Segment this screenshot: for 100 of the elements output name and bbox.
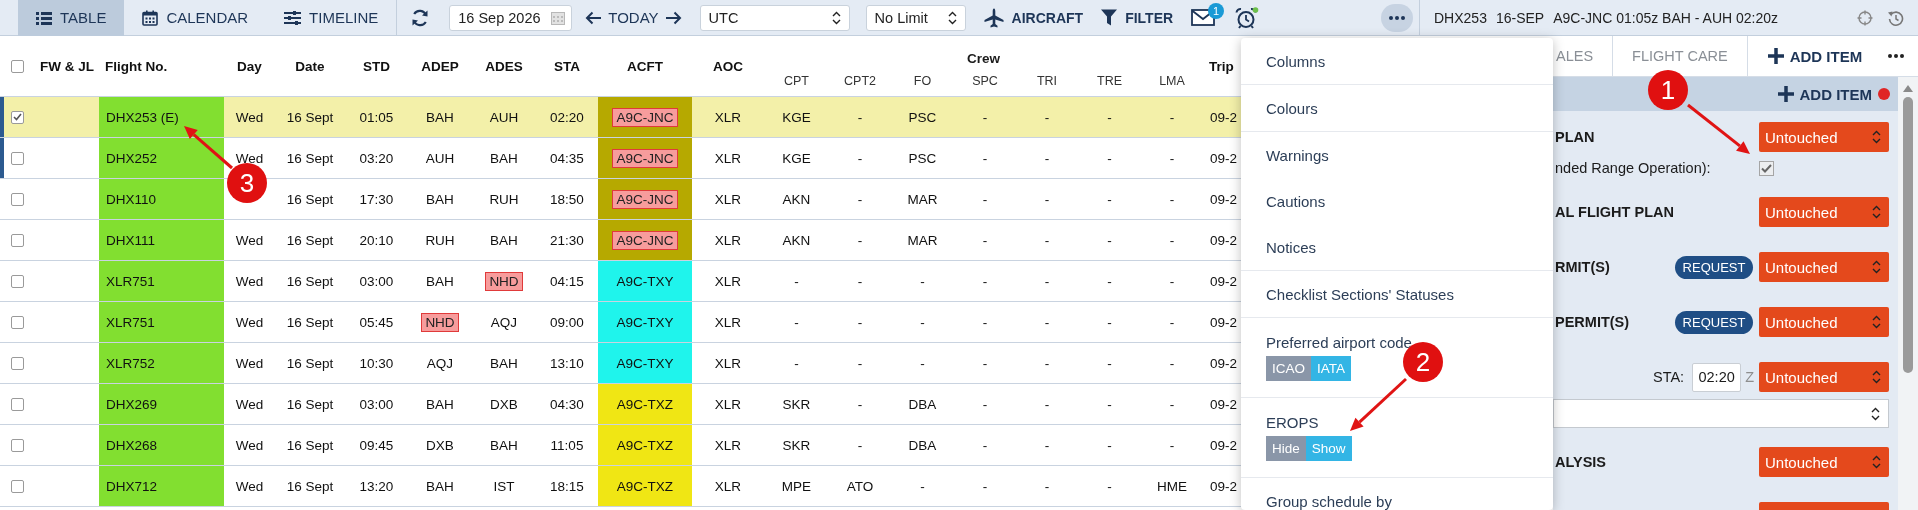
menu-item[interactable]: Group schedule by	[1241, 478, 1553, 510]
column-header[interactable]: CPT2	[829, 66, 891, 96]
table-cell-text: -	[1168, 436, 1176, 455]
column-header[interactable]: SPC	[954, 66, 1016, 96]
filter-button[interactable]: FILTER	[1101, 9, 1174, 26]
add-item-button[interactable]: ADD ITEM	[1777, 85, 1872, 103]
aircraft-button[interactable]: AIRCRAFT	[983, 7, 1084, 28]
table-cell-text: KGE	[781, 149, 812, 168]
table-cell-text: -	[856, 313, 864, 332]
updown-chevron-icon	[947, 10, 957, 25]
table-row[interactable]: XLR751 Wed 16 Sept 03:00 BAH NHD 04:15 A9C-TXY XLR - - - - - - - 09-2	[0, 261, 1241, 302]
menu-item[interactable]: Warnings	[1241, 132, 1553, 178]
refresh-icon[interactable]	[411, 8, 430, 27]
time-field[interactable]: 02:20	[1692, 362, 1742, 392]
table-row[interactable]: DHX268 Wed 16 Sept 09:45 DXB BAH 11:05 A9C-TXZ XLR SKR - DBA - - - - 09-2	[0, 425, 1241, 466]
column-header[interactable]: STA	[536, 36, 598, 96]
column-header[interactable]: Day	[224, 36, 275, 96]
history-icon[interactable]	[1887, 9, 1904, 26]
scrollbar-drawing[interactable]	[1902, 83, 1914, 373]
status-dropdown[interactable]: Untouched	[1759, 197, 1889, 227]
column-header[interactable]: TRE	[1078, 66, 1141, 96]
right-arrow-icon[interactable]	[664, 10, 682, 25]
table-cell: A9C-TXZ	[598, 425, 692, 465]
checkbox[interactable]	[10, 397, 24, 411]
checkbox[interactable]	[10, 438, 24, 452]
status-dropdown[interactable]: Untouched	[1759, 307, 1889, 337]
column-header[interactable]: Flight No.	[99, 36, 224, 96]
menu-item[interactable]: Cautions	[1241, 178, 1553, 224]
alarm-clock-icon[interactable]	[1235, 6, 1260, 29]
table-cell-text: -	[856, 354, 864, 373]
table-cell-text: -	[1043, 313, 1051, 332]
checkbox[interactable]	[10, 315, 24, 329]
envelope-icon[interactable]	[1191, 9, 1216, 26]
status-dropdown[interactable]: Untouched	[1759, 447, 1889, 477]
table-row[interactable]: XLR751 Wed 16 Sept 05:45 NHD AQJ 09:00 A9C-TXY XLR - - - - - - - 09-2	[0, 302, 1241, 343]
timezone-select[interactable]: UTC	[699, 4, 850, 31]
table-cell: DHX110	[99, 179, 224, 219]
checkbox[interactable]	[10, 356, 24, 370]
table-row[interactable]: DHX712 Wed 16 Sept 13:20 BAH IST 18:15 A9C-TXZ XLR MPE ATO - - - - HME 09-2	[0, 466, 1241, 507]
more-button[interactable]	[1381, 3, 1413, 32]
table-row[interactable]: DHX269 Wed 16 Sept 03:00 BAH DXB 04:30 A9C-TXZ XLR SKR - DBA - - - - 09-2	[0, 384, 1241, 425]
column-header[interactable]: STD	[345, 36, 408, 96]
checkbox[interactable]	[10, 59, 24, 73]
crosshair-icon[interactable]	[1857, 9, 1873, 26]
table-cell-text: XLR	[713, 272, 743, 291]
column-header[interactable]: ADES	[472, 36, 536, 96]
limit-select[interactable]: No Limit	[865, 4, 966, 31]
filter-icon	[1101, 9, 1118, 26]
column-header[interactable]: FW & JL	[34, 36, 99, 96]
status-dropdown[interactable]: Untouched	[1759, 362, 1889, 392]
table-cell-text: -	[1106, 313, 1113, 332]
table-cell-text: -	[856, 272, 864, 291]
more-icon[interactable]	[1888, 54, 1904, 58]
table-row[interactable]: DHX253 (E) Wed 16 Sept 01:05 BAH AUH 02:20 A9C-JNC XLR KGE - PSC - - - - 09-2	[0, 97, 1241, 138]
column-header[interactable]: ADEP	[408, 36, 472, 96]
column-header[interactable]: FO	[891, 66, 954, 96]
table-row[interactable]: DHX111 Wed 16 Sept 20:10 RUH BAH 21:30 A9C-JNC XLR AKN - MAR - - - - 09-2	[0, 220, 1241, 261]
aircraft-tag: A9C-JNC	[612, 107, 678, 127]
table-cell-text: 09-2	[1209, 477, 1239, 496]
table-row[interactable]: XLR752 Wed 16 Sept 10:30 AQJ BAH 13:10 A9C-TXY XLR - - - - - - - 09-2	[0, 343, 1241, 384]
view-tab[interactable]: CALENDAR	[124, 0, 267, 36]
table-cell-text: 09-2	[1209, 395, 1239, 414]
checkbox[interactable]	[10, 110, 24, 124]
menu-item[interactable]: Colours	[1241, 85, 1553, 131]
add-item-button[interactable]: ADD ITEM	[1746, 36, 1863, 76]
menu-item[interactable]: Columns	[1241, 38, 1553, 84]
status-dropdown[interactable]: Untouched	[1759, 122, 1889, 152]
checkbox[interactable]	[10, 274, 24, 288]
updown-chevron-icon	[1872, 205, 1881, 219]
view-tab[interactable]: TABLE	[18, 0, 125, 36]
left-arrow-icon[interactable]	[585, 10, 603, 25]
table-cell-text: -	[1106, 190, 1113, 209]
menu-item[interactable]: Notices	[1241, 224, 1553, 270]
column-header[interactable]: AOC	[692, 36, 764, 96]
view-tab[interactable]: TIMELINE	[266, 0, 397, 36]
checkbox[interactable]	[10, 192, 24, 206]
status-dropdown[interactable]: Untouched	[1759, 252, 1889, 282]
column-header[interactable]: Date	[275, 36, 345, 96]
checkbox[interactable]	[10, 479, 24, 493]
select-field[interactable]	[1553, 399, 1889, 428]
column-header[interactable]: ACFT	[598, 36, 692, 96]
step-number-badge: 1	[1648, 70, 1688, 110]
updown-chevron-icon	[1872, 130, 1881, 144]
checkbox[interactable]	[10, 151, 24, 165]
request-button[interactable]: REQUEST	[1675, 310, 1753, 334]
checkbox[interactable]	[1759, 160, 1774, 176]
table-cell: A9C-TXY	[598, 302, 692, 342]
table-cell-text: AQJ	[425, 354, 455, 373]
column-header[interactable]: LMA	[1141, 66, 1203, 96]
table-cell-text: -	[1043, 477, 1051, 496]
checkbox[interactable]	[10, 233, 24, 247]
column-header[interactable]: Trip	[1203, 36, 1241, 96]
table-cell-text: 09-2	[1209, 231, 1239, 250]
menu-item[interactable]: Checklist Sections' Statuses	[1241, 271, 1553, 317]
column-header[interactable]: TRI	[1016, 66, 1078, 96]
column-header[interactable]: CPT	[764, 66, 829, 96]
date-field[interactable]: 16 Sep 2026	[449, 4, 573, 31]
today-button[interactable]: TODAY	[608, 9, 659, 26]
request-button[interactable]: REQUEST	[1675, 255, 1753, 279]
table-cell-text: -	[793, 272, 800, 291]
